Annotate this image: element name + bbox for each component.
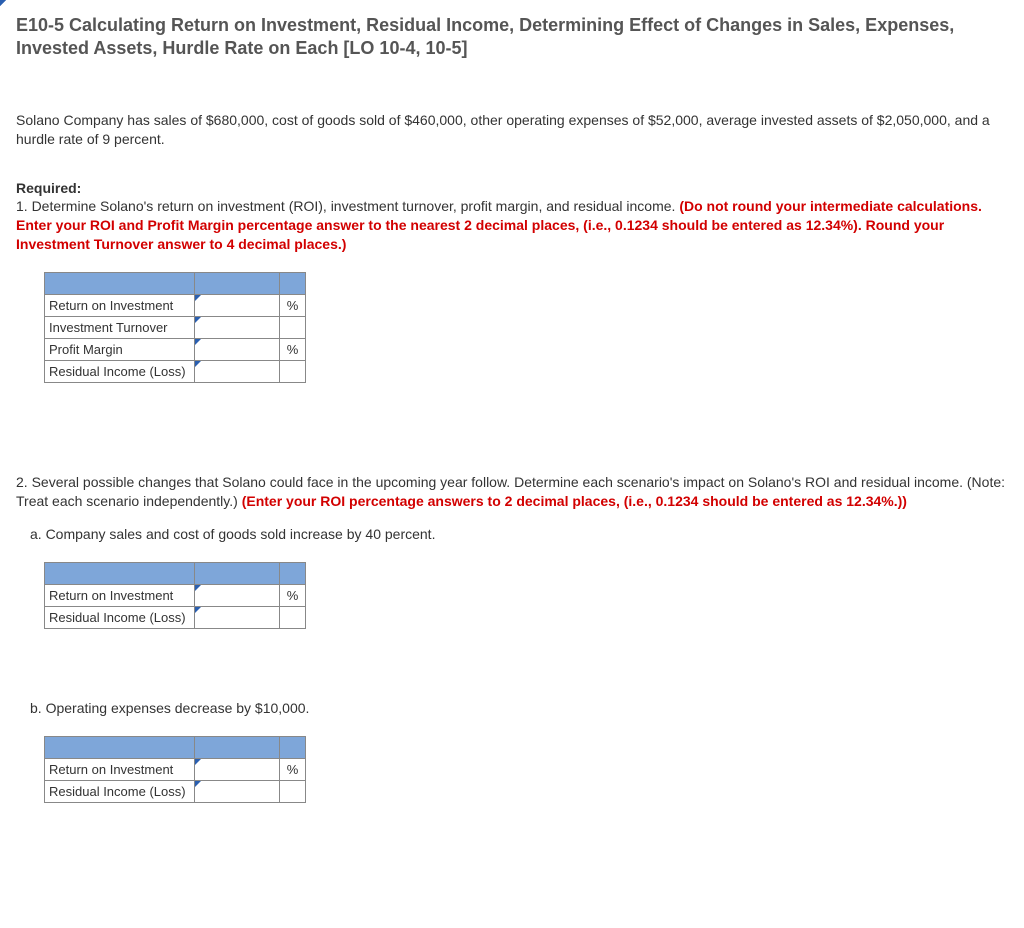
answer-input-roi[interactable] [195,295,280,317]
unit-label: % [280,339,306,361]
answer-input-residual-income-2b[interactable] [195,780,280,802]
table-row: Profit Margin % [45,339,306,361]
table-row: Residual Income (Loss) [45,606,306,628]
table-row: Residual Income (Loss) [45,780,306,802]
table-header-row [45,562,306,584]
answer-input-investment-turnover[interactable] [195,317,280,339]
unit-label [280,606,306,628]
answer-table-q2a: Return on Investment % Residual Income (… [44,562,306,629]
row-label: Return on Investment [45,295,195,317]
answer-input-roi-2a[interactable] [195,584,280,606]
answer-input-roi-2b[interactable] [195,758,280,780]
row-label: Residual Income (Loss) [45,361,195,383]
q2b-label: b. Operating expenses decrease by $10,00… [16,699,1008,718]
table-row: Return on Investment % [45,758,306,780]
table-header-row [45,736,306,758]
row-label: Residual Income (Loss) [45,606,195,628]
table-row: Return on Investment % [45,584,306,606]
unit-label [280,317,306,339]
answer-input-residual-income-2a[interactable] [195,606,280,628]
unit-label: % [280,758,306,780]
row-label: Return on Investment [45,584,195,606]
answer-table-q1: Return on Investment % Investment Turnov… [44,272,306,383]
table-row: Residual Income (Loss) [45,361,306,383]
unit-label [280,780,306,802]
problem-intro: Solano Company has sales of $680,000, co… [16,111,1008,149]
unit-label [280,361,306,383]
answer-input-residual-income[interactable] [195,361,280,383]
q1-text: 1. Determine Solano's return on investme… [16,198,679,214]
answer-table-q2b: Return on Investment % Residual Income (… [44,736,306,803]
unit-label: % [280,295,306,317]
row-label: Investment Turnover [45,317,195,339]
row-label: Return on Investment [45,758,195,780]
table-row: Return on Investment % [45,295,306,317]
q2a-label: a. Company sales and cost of goods sold … [16,525,1008,544]
row-label: Residual Income (Loss) [45,780,195,802]
answer-input-profit-margin[interactable] [195,339,280,361]
table-row: Investment Turnover [45,317,306,339]
required-label: Required: [16,180,81,196]
table-header-row [45,273,306,295]
q2-instructions: (Enter your ROI percentage answers to 2 … [242,493,907,509]
row-label: Profit Margin [45,339,195,361]
unit-label: % [280,584,306,606]
page-title: E10-5 Calculating Return on Investment, … [16,14,1008,61]
